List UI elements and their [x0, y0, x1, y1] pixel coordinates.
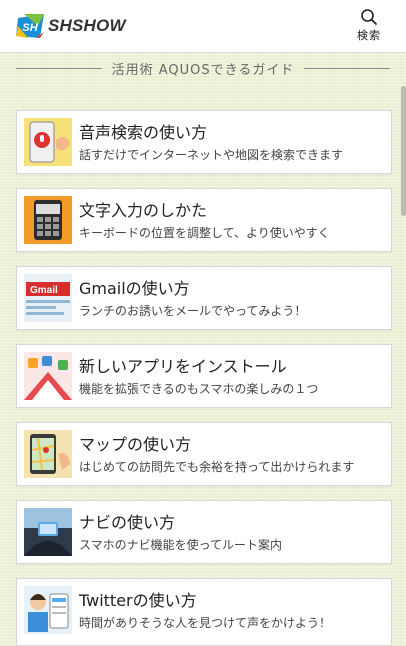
guide-card-gmail[interactable]: Gmail Gmailの使い方 ランチのお誘いをメールでやってみよう！ — [16, 266, 392, 330]
gmail-thumbnail: Gmail — [24, 274, 72, 322]
map-thumbnail — [24, 430, 72, 478]
gmail-thumb-text: Gmail — [30, 285, 58, 296]
section-title-text: 活用術 AQUOSできるガイド — [111, 62, 295, 78]
search-icon — [361, 9, 377, 25]
guide-card-twitter[interactable]: Twitterの使い方 時間がありそうな人を見つけて声をかけよう！ — [16, 578, 392, 646]
guide-description: 話すだけでインターネットや地図を検索できます — [79, 148, 344, 162]
guide-description: スマホのナビ機能を使ってルート案内 — [79, 538, 283, 552]
guide-title: 新しいアプリをインストール — [79, 357, 287, 376]
guide-description: はじめての訪問先でも余裕を持って出かけられます — [79, 460, 355, 474]
guide-card-voice-search[interactable]: 音声検索の使い方 話すだけでインターネットや地図を検索できます — [16, 110, 392, 174]
search-label: 検索 — [357, 29, 381, 42]
heading-rule-left — [16, 67, 102, 69]
guide-card-navigation[interactable]: ナビの使い方 スマホのナビ機能を使ってルート案内 — [16, 500, 392, 564]
search-button[interactable]: 検索 — [352, 8, 386, 46]
guide-card-text-input[interactable]: 文字入力のしかた キーボードの位置を調整して、より使いやすく — [16, 188, 392, 252]
guide-title: Gmailの使い方 — [79, 279, 190, 298]
shshow-logo-icon: SH — [16, 14, 44, 38]
guide-description: 時間がありそうな人を見つけて声をかけよう！ — [79, 616, 332, 630]
guide-title: Twitterの使い方 — [79, 591, 197, 610]
guide-description: ランチのお誘いをメールでやってみよう！ — [79, 304, 307, 318]
guide-description: 機能を拡張できるのもスマホの楽しみの１つ — [79, 382, 319, 396]
twitter-thumbnail — [24, 586, 72, 634]
shshow-logo[interactable]: SH SHSHOW — [14, 12, 126, 40]
voice-search-thumbnail — [24, 118, 72, 166]
guide-title: マップの使い方 — [79, 435, 192, 454]
scrollbar[interactable] — [401, 86, 406, 216]
guide-description: キーボードの位置を調整して、より使いやすく — [79, 226, 330, 240]
navigation-thumbnail — [24, 508, 72, 556]
logo-text: SHSHOW — [48, 16, 126, 35]
heading-rule-right — [304, 67, 390, 69]
guide-title: 文字入力のしかた — [79, 201, 208, 220]
logo-badge: SH — [22, 22, 38, 34]
guide-title: ナビの使い方 — [79, 513, 176, 532]
guide-card-maps[interactable]: マップの使い方 はじめての訪問先でも余裕を持って出かけられます — [16, 422, 392, 486]
guide-title: 音声検索の使い方 — [79, 123, 208, 142]
guide-card-app-install[interactable]: 新しいアプリをインストール 機能を拡張できるのもスマホの楽しみの１つ — [16, 344, 392, 408]
section-heading: 活用術 AQUOSできるガイド — [16, 56, 390, 80]
app-header: SH SHSHOW 検索 — [0, 0, 406, 53]
keyboard-thumbnail — [24, 196, 72, 244]
app-install-thumbnail — [24, 352, 72, 400]
